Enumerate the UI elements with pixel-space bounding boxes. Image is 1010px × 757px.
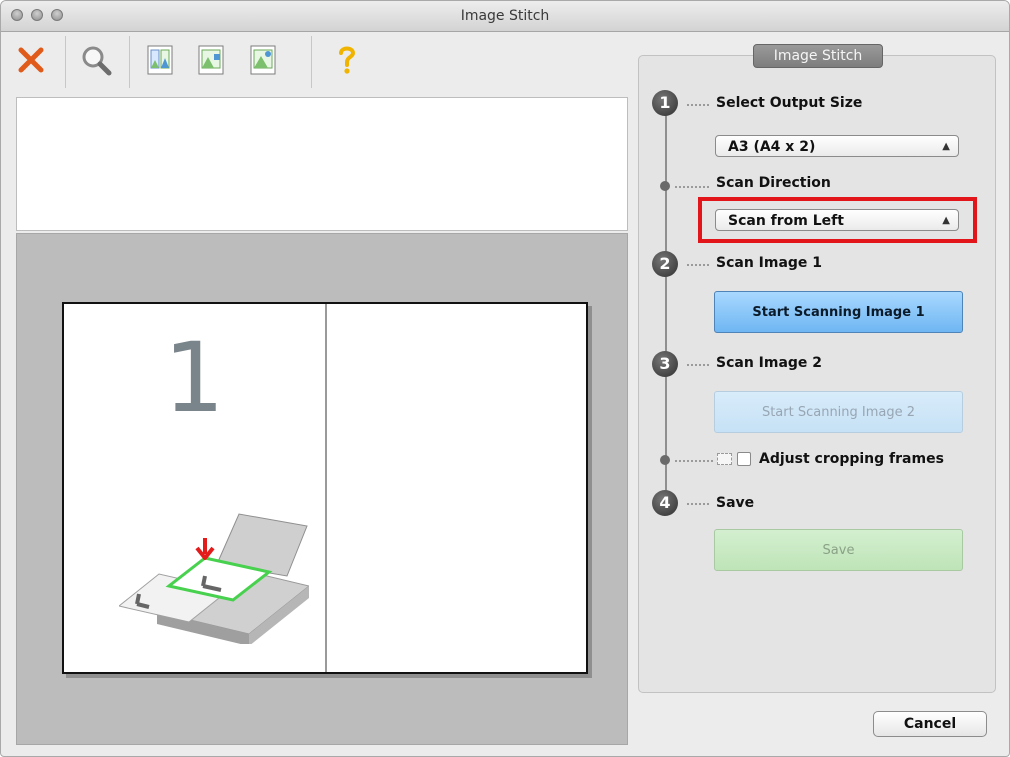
toolbar [1, 32, 631, 92]
output-size-select[interactable]: A3 (A4 x 2) ▲ [715, 135, 959, 157]
thumbnail-strip [16, 97, 628, 231]
step-number-1: 1 [652, 90, 678, 116]
step-number-2: 2 [652, 251, 678, 277]
toolbar-separator [129, 36, 130, 88]
panel-legend: Image Stitch [753, 44, 883, 68]
output-sheet-preview: 1 [62, 302, 588, 674]
start-scanning-image-2-button[interactable]: Start Scanning Image 2 [714, 391, 963, 433]
step-leader [675, 460, 713, 462]
select-stepper-icon: ▲ [942, 141, 950, 152]
scan-image-2-label: Scan Image 2 [716, 355, 823, 371]
crop-frame-icon [717, 453, 732, 465]
select-output-size-label: Select Output Size [716, 95, 863, 111]
cancel-button[interactable]: Cancel [873, 711, 987, 737]
sheet-divider [325, 304, 327, 672]
adjust-cropping-checkbox[interactable] [737, 452, 751, 466]
start-scanning-image-1-button[interactable]: Start Scanning Image 1 [714, 291, 963, 333]
zoom-button[interactable] [72, 38, 120, 82]
highlight-box [698, 197, 977, 243]
preview-area: 1 [16, 233, 628, 745]
delete-x-icon [18, 47, 44, 73]
layout-1-button[interactable] [136, 38, 184, 82]
steps-connector-line [665, 103, 667, 503]
step-leader [687, 104, 709, 106]
scanner-icon [119, 513, 309, 644]
save-button[interactable]: Save [714, 529, 963, 571]
image-stitch-layout-1-icon [147, 45, 173, 75]
toolbar-separator [65, 36, 66, 88]
step-leader [687, 264, 709, 266]
step-number-3: 3 [652, 351, 678, 377]
image-number-label: 1 [163, 322, 225, 434]
title-bar: Image Stitch [1, 1, 1009, 32]
adjust-cropping-label: Adjust cropping frames [759, 451, 944, 467]
scan-image-1-label: Scan Image 1 [716, 255, 823, 271]
layout-2-button[interactable] [187, 38, 235, 82]
substep-dot [660, 455, 670, 465]
help-button[interactable] [323, 38, 371, 82]
step-leader [687, 364, 709, 366]
substep-dot [660, 181, 670, 191]
output-size-value: A3 (A4 x 2) [728, 139, 816, 155]
magnifier-icon [82, 46, 112, 76]
window-title: Image Stitch [460, 8, 550, 24]
save-step-label: Save [716, 495, 755, 511]
image-stitch-layout-3-icon [250, 45, 276, 75]
image-stitch-window: Image Stitch 1 Image Stitch 1 Select Out… [0, 0, 1010, 757]
step-number-4: 4 [652, 490, 678, 516]
delete-button[interactable] [7, 38, 55, 82]
toolbar-separator [311, 36, 312, 88]
help-question-icon [339, 46, 356, 74]
image-stitch-layout-2-icon [198, 45, 224, 75]
step-leader [687, 503, 709, 505]
layout-3-button[interactable] [239, 38, 287, 82]
step-leader [675, 186, 709, 188]
scan-direction-label: Scan Direction [716, 175, 831, 191]
